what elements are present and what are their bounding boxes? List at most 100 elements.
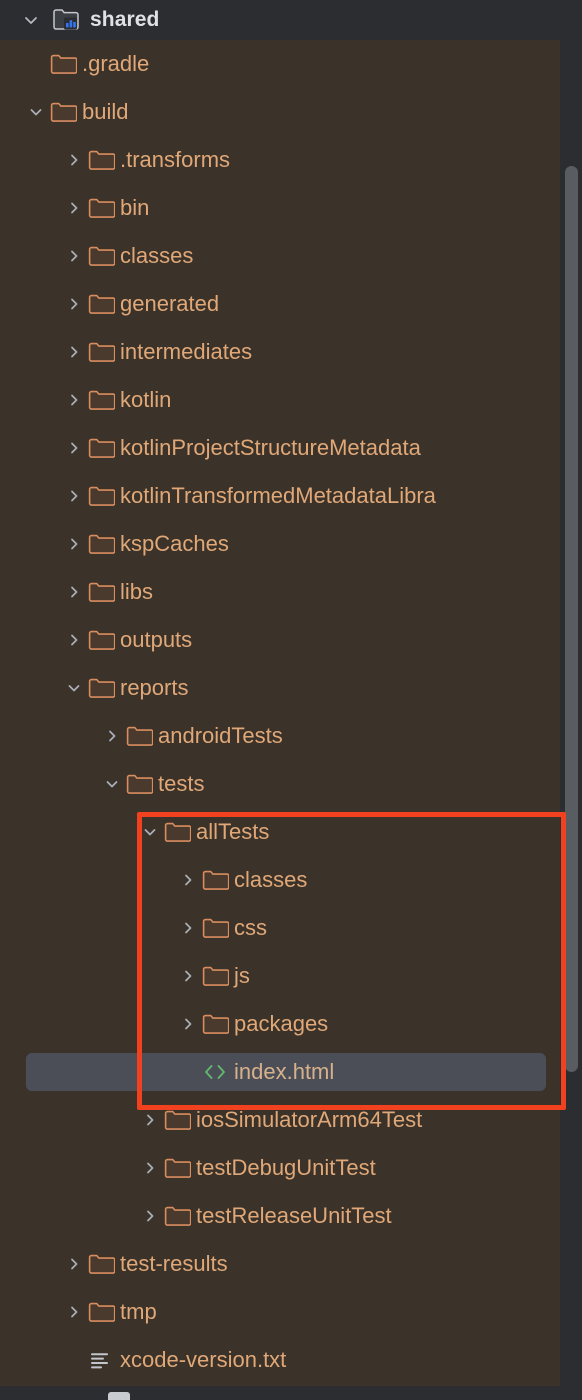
chevron-down-icon[interactable] xyxy=(136,808,164,856)
text-file-icon xyxy=(88,1347,118,1373)
vertical-scrollbar-track[interactable] xyxy=(560,40,582,1386)
tree-row[interactable]: iosSimulatorArm64Test xyxy=(0,1096,582,1144)
tree-row[interactable]: testReleaseUnitTest xyxy=(0,1192,582,1240)
chevron-right-icon[interactable] xyxy=(60,1288,88,1336)
folder-icon xyxy=(88,387,118,413)
folder-icon xyxy=(202,867,232,893)
tree-item-label: kspCaches xyxy=(120,531,229,556)
tree-item-label: iosSimulatorArm64Test xyxy=(196,1107,423,1132)
tree-row[interactable]: .transforms xyxy=(0,136,582,184)
tree-item-label: js xyxy=(234,963,250,988)
folder-icon xyxy=(164,1203,194,1229)
folder-icon xyxy=(164,819,194,845)
folder-icon xyxy=(50,99,80,125)
tree-row[interactable]: kotlinProjectStructureMetadata xyxy=(0,424,582,472)
chevron-right-icon[interactable] xyxy=(174,856,202,904)
tree-item-label: outputs xyxy=(120,627,193,652)
next-folder-peek-icon xyxy=(108,1392,130,1400)
file-tree[interactable]: .gradle build .transforms bin classes generat… xyxy=(0,40,582,1386)
chevron-right-icon[interactable] xyxy=(174,904,202,952)
folder-icon xyxy=(88,483,118,509)
folder-icon xyxy=(88,435,118,461)
tree-item-label: allTests xyxy=(196,819,270,844)
folder-icon xyxy=(126,771,156,797)
tree-row[interactable]: outputs xyxy=(0,616,582,664)
folder-icon xyxy=(88,675,118,701)
tree-row[interactable]: css xyxy=(0,904,582,952)
tree-row[interactable]: testDebugUnitTest xyxy=(0,1144,582,1192)
tree-item-label: .transforms xyxy=(120,147,231,172)
tree-row[interactable]: build xyxy=(0,88,582,136)
tree-row-selected[interactable]: index.html xyxy=(0,1048,582,1096)
tree-row[interactable]: test-results xyxy=(0,1240,582,1288)
module-folder-icon xyxy=(52,7,80,33)
tree-row[interactable]: intermediates xyxy=(0,328,582,376)
chevron-right-icon[interactable] xyxy=(60,376,88,424)
tree-row[interactable]: generated xyxy=(0,280,582,328)
tree-row[interactable]: js xyxy=(0,952,582,1000)
folder-icon xyxy=(88,195,118,221)
tree-row[interactable]: tmp xyxy=(0,1288,582,1336)
module-expand-chevron-down-icon[interactable] xyxy=(18,11,44,29)
chevron-right-icon[interactable] xyxy=(60,472,88,520)
folder-icon xyxy=(88,1299,118,1325)
tree-item-label: build xyxy=(82,99,129,124)
tree-row[interactable]: libs xyxy=(0,568,582,616)
tree-row[interactable]: tests xyxy=(0,760,582,808)
tree-row[interactable]: bin xyxy=(0,184,582,232)
tree-item-label: libs xyxy=(120,579,154,604)
chevron-right-icon[interactable] xyxy=(60,328,88,376)
chevron-down-icon[interactable] xyxy=(60,664,88,712)
chevron-down-icon[interactable] xyxy=(98,760,126,808)
folder-icon xyxy=(88,291,118,317)
chevron-right-icon[interactable] xyxy=(98,712,126,760)
chevron-right-icon[interactable] xyxy=(60,184,88,232)
folder-icon xyxy=(164,1107,194,1133)
tree-row[interactable]: androidTests xyxy=(0,712,582,760)
tree-item-label: index.html xyxy=(234,1059,335,1084)
chevron-right-icon[interactable] xyxy=(136,1192,164,1240)
tree-row[interactable]: classes xyxy=(0,232,582,280)
panel-bottom-strip xyxy=(0,1386,582,1400)
tree-row[interactable]: kspCaches xyxy=(0,520,582,568)
html-file-icon xyxy=(202,1059,232,1085)
folder-icon xyxy=(88,627,118,653)
chevron-right-icon[interactable] xyxy=(60,520,88,568)
tree-item-label: packages xyxy=(234,1011,329,1036)
chevron-down-icon[interactable] xyxy=(22,88,50,136)
tree-row[interactable]: allTests xyxy=(0,808,582,856)
folder-icon xyxy=(202,915,232,941)
folder-icon xyxy=(88,147,118,173)
chevron-right-icon[interactable] xyxy=(174,1000,202,1048)
tree-row[interactable]: kotlin xyxy=(0,376,582,424)
tree-item-label: kotlin xyxy=(120,387,172,412)
tree-item-label: css xyxy=(234,915,267,940)
tree-item-label: classes xyxy=(234,867,308,892)
chevron-right-icon[interactable] xyxy=(60,136,88,184)
tree-item-label: testDebugUnitTest xyxy=(196,1155,376,1180)
chevron-right-icon[interactable] xyxy=(60,568,88,616)
tree-row[interactable]: kotlinTransformedMetadataLibra xyxy=(0,472,582,520)
folder-icon xyxy=(202,1011,232,1037)
chevron-right-icon[interactable] xyxy=(60,424,88,472)
chevron-right-icon[interactable] xyxy=(60,1240,88,1288)
tree-row[interactable]: packages xyxy=(0,1000,582,1048)
chevron-right-icon[interactable] xyxy=(136,1096,164,1144)
chevron-right-icon[interactable] xyxy=(60,232,88,280)
tree-item-label: .gradle xyxy=(82,51,150,76)
chevron-right-icon[interactable] xyxy=(136,1144,164,1192)
tree-item-label: testReleaseUnitTest xyxy=(196,1203,392,1228)
chevron-right-icon[interactable] xyxy=(174,952,202,1000)
chevron-right-icon[interactable] xyxy=(60,616,88,664)
chevron-right-icon[interactable] xyxy=(60,280,88,328)
folder-icon xyxy=(50,51,80,77)
tree-row[interactable]: .gradle xyxy=(0,40,582,88)
tree-row[interactable]: classes xyxy=(0,856,582,904)
tree-item-label: generated xyxy=(120,291,220,316)
tree-row[interactable]: xcode-version.txt xyxy=(0,1336,582,1384)
module-title: shared xyxy=(90,8,160,31)
vertical-scrollbar-thumb[interactable] xyxy=(565,166,578,1072)
folder-icon xyxy=(88,579,118,605)
tree-row[interactable]: reports xyxy=(0,664,582,712)
module-root-row[interactable]: shared xyxy=(0,0,582,40)
